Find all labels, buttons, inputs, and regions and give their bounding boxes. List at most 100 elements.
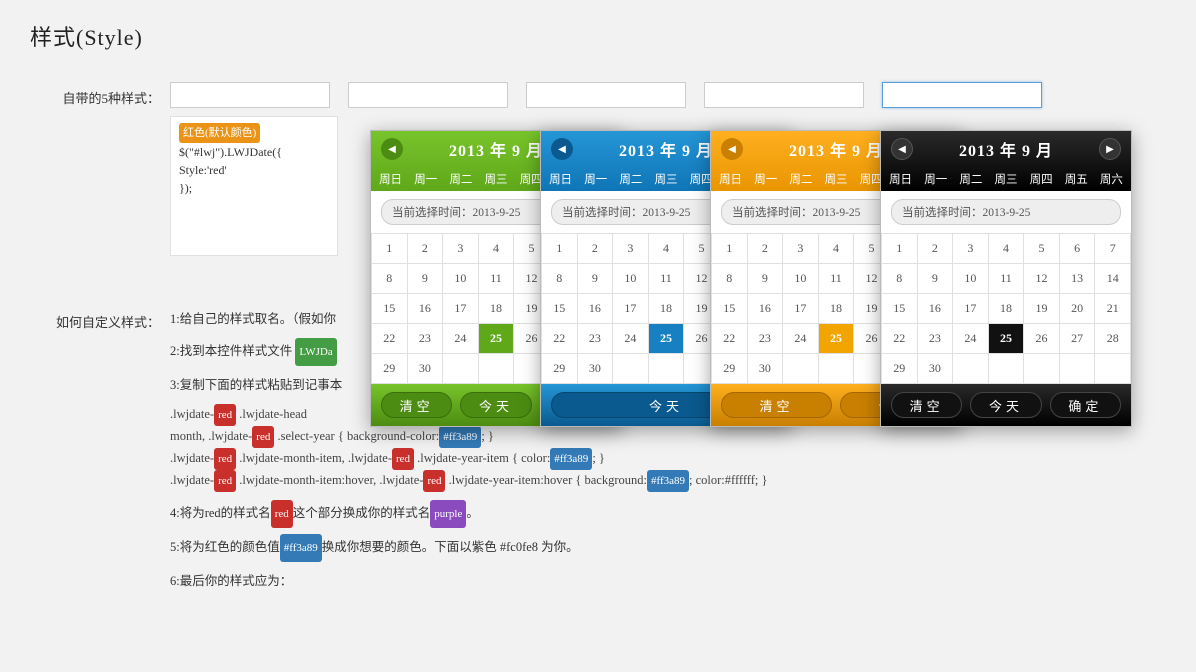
ok-button[interactable]: 确定 [1050, 392, 1121, 418]
prev-month-button[interactable]: ◀ [891, 138, 913, 160]
day-cell[interactable]: 20 [1059, 294, 1095, 324]
prev-month-button[interactable]: ◀ [721, 138, 743, 160]
day-cell[interactable]: 17 [443, 294, 479, 324]
day-cell[interactable]: 23 [407, 324, 443, 354]
day-cell[interactable]: 22 [882, 324, 918, 354]
day-cell[interactable]: 25 [818, 324, 854, 354]
day-cell[interactable]: 11 [478, 264, 514, 294]
day-cell[interactable]: 9 [407, 264, 443, 294]
day-cell[interactable]: 29 [712, 354, 748, 384]
day-cell[interactable]: 9 [747, 264, 783, 294]
today-button[interactable]: 今天 [460, 392, 531, 418]
day-cell[interactable]: 2 [577, 234, 613, 264]
day-cell[interactable]: 4 [478, 234, 514, 264]
day-cell[interactable]: 22 [372, 324, 408, 354]
day-cell[interactable]: 15 [712, 294, 748, 324]
prev-month-button[interactable]: ◀ [551, 138, 573, 160]
day-cell[interactable]: 23 [747, 324, 783, 354]
day-cell[interactable]: 10 [783, 264, 819, 294]
day-cell[interactable]: 8 [712, 264, 748, 294]
day-cell[interactable]: 29 [372, 354, 408, 384]
day-cell[interactable]: 4 [818, 234, 854, 264]
day-cell[interactable]: 28 [1095, 324, 1131, 354]
day-cell[interactable]: 5 [1024, 234, 1060, 264]
date-input-5[interactable] [882, 82, 1042, 108]
day-cell[interactable]: 8 [372, 264, 408, 294]
day-cell[interactable]: 30 [747, 354, 783, 384]
day-cell[interactable]: 1 [882, 234, 918, 264]
day-cell[interactable]: 15 [542, 294, 578, 324]
prev-month-button[interactable]: ◀ [381, 138, 403, 160]
day-cell[interactable]: 2 [917, 234, 953, 264]
day-cell[interactable]: 22 [712, 324, 748, 354]
day-cell[interactable]: 30 [577, 354, 613, 384]
day-cell[interactable]: 24 [443, 324, 479, 354]
day-cell[interactable]: 14 [1095, 264, 1131, 294]
day-cell[interactable]: 3 [613, 234, 649, 264]
day-cell[interactable]: 21 [1095, 294, 1131, 324]
day-cell[interactable]: 16 [407, 294, 443, 324]
date-input-4[interactable] [704, 82, 864, 108]
day-cell[interactable]: 4 [648, 234, 684, 264]
clear-button[interactable]: 清空 [381, 392, 452, 418]
day-cell[interactable]: 27 [1059, 324, 1095, 354]
day-cell[interactable]: 15 [882, 294, 918, 324]
day-cell[interactable]: 11 [818, 264, 854, 294]
day-cell[interactable]: 1 [712, 234, 748, 264]
day-cell[interactable]: 3 [953, 234, 989, 264]
date-input-3[interactable] [526, 82, 686, 108]
day-cell[interactable]: 23 [917, 324, 953, 354]
day-cell[interactable]: 3 [443, 234, 479, 264]
day-cell[interactable]: 18 [818, 294, 854, 324]
date-input-2[interactable] [348, 82, 508, 108]
day-cell[interactable]: 18 [988, 294, 1024, 324]
day-cell[interactable]: 24 [613, 324, 649, 354]
day-cell[interactable]: 4 [988, 234, 1024, 264]
day-cell[interactable]: 29 [882, 354, 918, 384]
day-cell[interactable]: 1 [372, 234, 408, 264]
day-cell[interactable]: 16 [577, 294, 613, 324]
day-cell[interactable]: 10 [443, 264, 479, 294]
day-cell[interactable]: 17 [783, 294, 819, 324]
day-cell[interactable]: 3 [783, 234, 819, 264]
day-cell[interactable]: 24 [783, 324, 819, 354]
day-cell[interactable]: 18 [478, 294, 514, 324]
day-cell[interactable]: 1 [542, 234, 578, 264]
clear-button[interactable]: 清空 [891, 392, 962, 418]
day-cell[interactable]: 18 [648, 294, 684, 324]
day-cell[interactable]: 7 [1095, 234, 1131, 264]
day-cell[interactable]: 13 [1059, 264, 1095, 294]
day-cell[interactable]: 8 [542, 264, 578, 294]
day-cell[interactable]: 25 [988, 324, 1024, 354]
next-month-button[interactable]: ▶ [1099, 138, 1121, 160]
today-button[interactable]: 今天 [970, 392, 1041, 418]
day-cell[interactable]: 17 [953, 294, 989, 324]
date-input-1[interactable] [170, 82, 330, 108]
clear-button[interactable]: 清空 [721, 392, 832, 418]
day-cell[interactable]: 2 [407, 234, 443, 264]
day-cell[interactable]: 9 [917, 264, 953, 294]
day-cell[interactable]: 6 [1059, 234, 1095, 264]
day-cell[interactable]: 2 [747, 234, 783, 264]
day-cell[interactable]: 25 [648, 324, 684, 354]
day-cell[interactable]: 19 [1024, 294, 1060, 324]
day-cell[interactable]: 16 [747, 294, 783, 324]
day-cell[interactable]: 9 [577, 264, 613, 294]
day-cell[interactable]: 29 [542, 354, 578, 384]
day-cell[interactable]: 30 [407, 354, 443, 384]
day-cell[interactable]: 16 [917, 294, 953, 324]
day-cell[interactable]: 23 [577, 324, 613, 354]
day-cell[interactable]: 25 [478, 324, 514, 354]
day-cell[interactable]: 24 [953, 324, 989, 354]
day-cell[interactable]: 26 [1024, 324, 1060, 354]
day-cell[interactable]: 17 [613, 294, 649, 324]
day-cell[interactable]: 11 [988, 264, 1024, 294]
day-cell[interactable]: 10 [953, 264, 989, 294]
day-cell[interactable]: 22 [542, 324, 578, 354]
day-cell[interactable]: 10 [613, 264, 649, 294]
day-cell[interactable]: 11 [648, 264, 684, 294]
day-cell[interactable]: 15 [372, 294, 408, 324]
day-cell[interactable]: 12 [1024, 264, 1060, 294]
day-cell[interactable]: 8 [882, 264, 918, 294]
day-cell[interactable]: 30 [917, 354, 953, 384]
